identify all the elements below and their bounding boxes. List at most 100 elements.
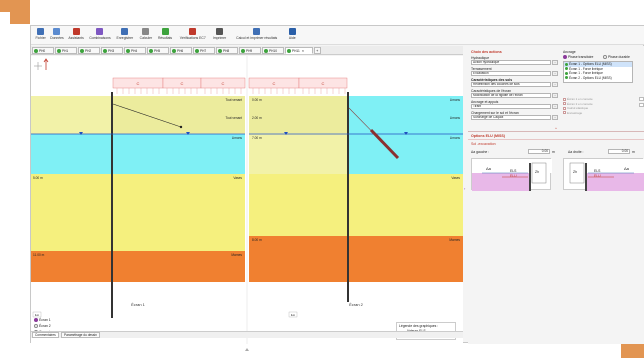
droite-unit: m [632,150,635,154]
list-item-label: Écran 1 - Options ELU (MISS) [569,62,612,67]
tab-ph9[interactable]: PH9 [239,47,261,54]
ancrage-list-item[interactable]: Écran 2 - Options ELU (MISS) [564,76,632,81]
toolbar-label: Assistants [68,36,84,40]
aide-button[interactable]: Aide [285,27,299,44]
tab-ph1[interactable]: PH1 [55,47,77,54]
radio-phase-transitoire[interactable]: Phase transitoire [563,55,593,59]
status-dot-icon [565,62,568,66]
close-tab-icon[interactable]: × [302,48,304,53]
status-dot-icon [565,71,568,75]
anchor-head [179,125,183,129]
hydraulique-select[interactable]: Action hydraulique [471,60,551,65]
tab-ph2[interactable]: PH2 [78,47,100,54]
fichier-button[interactable]: Fichier [33,27,48,44]
checkbox-option[interactable]: Encastrage [563,111,582,115]
surcharge-go-button[interactable]: ... [552,115,558,120]
side-button-1[interactable] [639,97,644,101]
gauche-input[interactable]: 0.00 [528,149,550,154]
tab-label: PH3 [108,48,115,53]
terrassement-select[interactable]: Excavation [471,71,551,76]
layer-name-label: Vases [451,176,460,180]
scheme-right-elu: ELU [594,174,601,178]
tab-ph7[interactable]: PH7 [193,47,215,54]
toolbar: Fichier Données Assistants Combinaisons Enre… [31,26,644,45]
tab-ph3[interactable]: PH3 [101,47,123,54]
terrassement-go-button[interactable]: ... [552,71,558,76]
combinaisons-button[interactable]: Combinaisons [88,27,113,44]
ecran-go-button[interactable]: ... [552,93,558,98]
calculate-icon [142,28,150,35]
tab-drawing-settings[interactable]: Paramétrage du dessin [61,332,100,338]
gauche-label: Δa gauche : [471,150,490,154]
scheme-left: Δa ELS ELU Zh [471,158,552,191]
file-icon [37,28,45,35]
splitter-handle[interactable] [245,348,249,351]
add-tab-button[interactable]: + [314,47,321,54]
retaining-wall-2 [347,92,349,302]
layer-name-label: Limons [450,136,461,140]
tab-comments[interactable]: Commentaires [32,332,59,338]
assistants-button[interactable]: Assistants [66,27,87,44]
screen-option-1[interactable]: Écran 1 [34,318,51,322]
tab-label: PH9 [246,48,253,53]
collapse-arrow[interactable]: › [464,186,467,192]
ecran-select[interactable]: Modification de la rigidité de l'écran [471,93,551,98]
imprimer-button[interactable]: Imprimer [211,27,228,44]
gauche-unit: m [552,150,555,154]
scheme-left-delta: Δa [486,166,491,171]
calc-print-icon [253,28,261,35]
checkbox-option[interactable]: Écran 2 en console [563,102,593,106]
list-item-label: Écran 2 - Options ELU (MISS) [569,75,612,80]
toolbar-label: Combinaisons [89,36,111,40]
tab-label: PH8 [223,48,230,53]
checkbox-label: Écran 2 en console [567,101,593,106]
verifications-icon [189,28,197,35]
decor-block-top [0,0,30,12]
appuis-go-button[interactable]: ... [552,104,558,109]
radio-indicator [34,318,38,322]
layer-name-label: Limons [232,136,243,140]
scheme-left-elu: ELU [510,174,517,178]
tab-ph10[interactable]: PH10 [262,47,284,54]
checkbox [563,106,566,110]
droite-label: Δa droite : [568,150,584,154]
r-sultats-button[interactable]: Résultats [156,27,175,44]
tab-ph4[interactable]: PH4 [124,47,146,54]
toolbar-label: Enregistrer [116,36,134,40]
bottom-tabs: Commentaires Paramétrage du dessin [31,331,463,338]
surcharge-select[interactable]: Surcharge de Caquot [471,115,551,120]
fill-layer [249,96,349,174]
soil-select[interactable]: Redéfinition des couches de sols [471,82,551,87]
hydraulique-go-button[interactable]: ... [552,60,558,65]
tab-ph0[interactable]: PH0 [32,47,54,54]
tab-ph6[interactable]: PH6 [170,47,192,54]
donn-es-button[interactable]: Données [49,27,64,44]
phase-status-icon [80,48,84,53]
appuis-select[interactable]: Tirant [471,104,551,109]
toolbar-label: Données [50,36,64,40]
screen-option-2[interactable]: Écran 2 [34,324,51,328]
calcul-et-imprimer-r-sultats-button[interactable]: Calcul et imprimer résultats [229,27,284,44]
tab-ph8[interactable]: PH8 [216,47,238,54]
radio-indicator [603,55,607,59]
layer-name-label: Vases [233,176,242,180]
checkbox-option[interactable]: Calcul élastique [563,106,588,110]
tab-label: PH2 [85,48,92,53]
tab-ph11[interactable]: PH11 × [285,47,313,54]
radio-phase-durable[interactable]: Phase durable [603,55,630,59]
toolbar-label: Fichier [35,36,46,40]
enregistrer-button[interactable]: Enregistrer [113,27,136,44]
toolbar-label: Vérifications EC7 [179,36,206,40]
side-button-2[interactable] [639,103,644,107]
radio-indicator [34,324,38,328]
droite-input[interactable]: 0.00 [608,149,630,154]
calculer-button[interactable]: Calculer [137,27,154,44]
tab-label: PH0 [39,48,46,53]
layer-depth-label: 7.00 m [252,136,262,140]
drawing-area: C C C C C Tout venant Tout venant Limons Vases 5.… [31,56,463,351]
v-rifications-ec7-button[interactable]: Vérifications EC7 [176,27,210,44]
soil-go-button[interactable]: ... [552,82,558,87]
checkbox-option[interactable]: Écran 1 en console [563,97,593,101]
scheme-right-els: ELS [594,169,601,173]
tab-ph5[interactable]: PH5 [147,47,169,54]
